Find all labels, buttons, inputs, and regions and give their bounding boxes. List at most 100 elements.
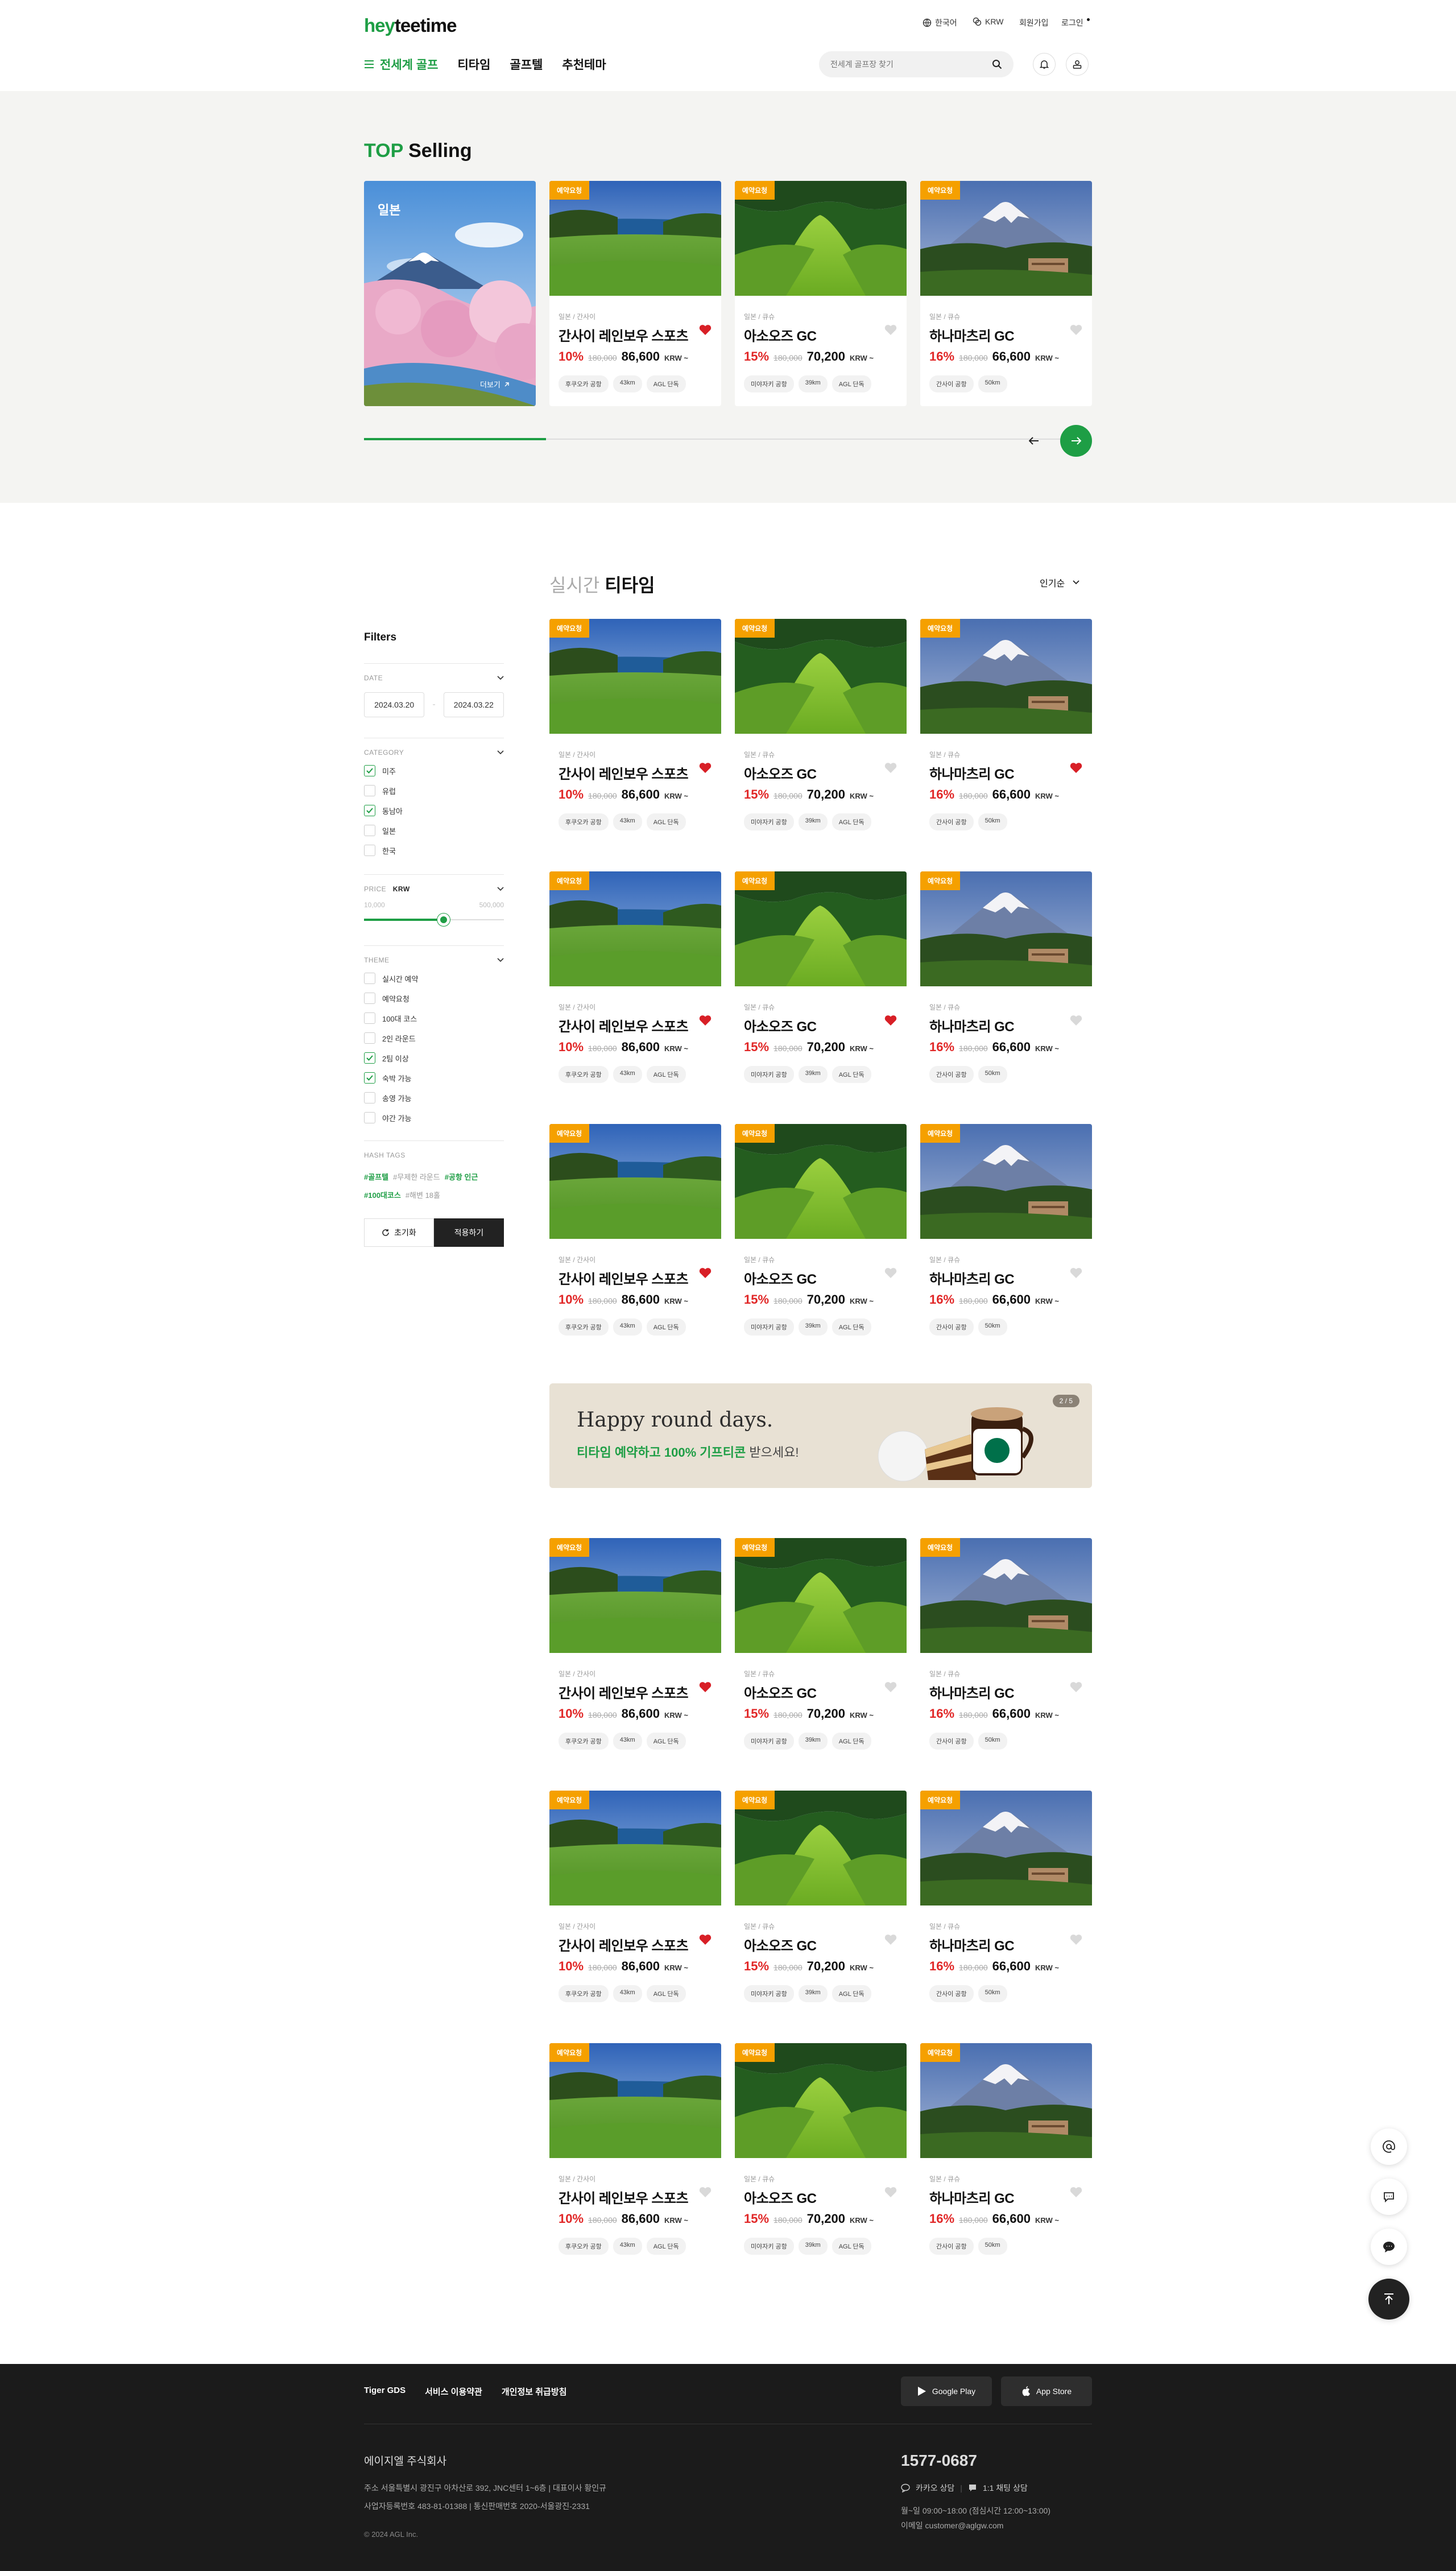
like-heart-icon[interactable]: [884, 1680, 897, 1693]
checkbox[interactable]: [364, 1052, 375, 1064]
course-card[interactable]: 예약요청 일본 / 간사이 간사이 레인보우 스포츠 10% 180,000 86,600…: [549, 619, 721, 830]
filter-checkbox[interactable]: 송영 가능: [364, 1092, 504, 1103]
filter-checkbox[interactable]: 2인 라운드: [364, 1032, 504, 1044]
login-link[interactable]: 로그인: [1061, 17, 1090, 28]
nav-worldwide-golf[interactable]: 전세계 골프: [364, 56, 438, 73]
filter-checkbox[interactable]: 예약요청: [364, 993, 504, 1004]
like-heart-icon[interactable]: [884, 1933, 897, 1945]
filter-checkbox[interactable]: 유럽: [364, 785, 504, 796]
more-link[interactable]: 더보기: [480, 379, 510, 390]
hashtag[interactable]: #공항 인근: [445, 1173, 478, 1181]
checkbox[interactable]: [364, 1032, 375, 1044]
nav-teetime[interactable]: 티타임: [457, 56, 490, 73]
checkbox[interactable]: [364, 973, 375, 984]
course-card[interactable]: 예약요청 일본 / 큐슈 아소오즈 GC 15% 180,000 70,200 KRW ~ 미…: [735, 1124, 907, 1336]
course-card[interactable]: 예약요청 일본 / 큐슈 하나마츠리 GC 16% 180,000 66,600 KRW ~…: [920, 619, 1092, 830]
filter-checkbox[interactable]: 2팀 이상: [364, 1052, 504, 1064]
course-card[interactable]: 예약요청 일본 / 간사이 간사이 레인보우 스포츠 10% 180,000 86,600…: [549, 871, 721, 1083]
nav-themes[interactable]: 추천테마: [562, 56, 606, 73]
filter-checkbox[interactable]: 100대 코스: [364, 1012, 504, 1024]
checkbox[interactable]: [364, 765, 375, 776]
like-heart-icon[interactable]: [884, 1014, 897, 1026]
chat-float-button[interactable]: [1371, 2179, 1407, 2215]
checkbox[interactable]: [364, 825, 375, 836]
course-card[interactable]: 예약요청 일본 / 큐슈 아소오즈 GC 15% 180,000 70,200 KRW ~ 미…: [735, 871, 907, 1083]
date-from-field[interactable]: 2024.03.20: [364, 692, 425, 717]
course-card[interactable]: 예약요청 일본 / 큐슈 아소오즈 GC 15% 180,000 70,200 KRW ~ 미…: [735, 1791, 907, 2002]
checkbox[interactable]: [364, 993, 375, 1004]
kakao-float-button[interactable]: [1371, 2229, 1407, 2265]
notification-button[interactable]: [1033, 53, 1056, 76]
course-card[interactable]: 예약요청 일본 / 간사이 간사이 레인보우 스포츠 10% 180,000 86,600…: [549, 181, 721, 406]
like-heart-icon[interactable]: [1069, 323, 1083, 336]
filter-checkbox[interactable]: 일본: [364, 825, 504, 836]
footer-link-terms[interactable]: 서비스 이용약관: [425, 2386, 482, 2398]
price-filter-header[interactable]: PRICE KRW: [364, 885, 504, 893]
hashtag[interactable]: #해변 18홀: [406, 1191, 440, 1200]
like-heart-icon[interactable]: [1069, 1933, 1083, 1945]
footer-link-privacy[interactable]: 개인정보 취급방침: [502, 2386, 567, 2398]
footer-link-gds[interactable]: Tiger GDS: [364, 2386, 406, 2398]
like-heart-icon[interactable]: [1069, 1266, 1083, 1279]
course-card[interactable]: 예약요청 일본 / 큐슈 하나마츠리 GC 16% 180,000 66,600 KRW ~…: [920, 2043, 1092, 2255]
price-slider[interactable]: [364, 911, 504, 928]
region-card-japan[interactable]: 일본 더보기: [364, 181, 536, 406]
like-heart-icon[interactable]: [698, 1014, 712, 1026]
course-card[interactable]: 예약요청 일본 / 큐슈 하나마츠리 GC 16% 180,000 66,600 KRW ~…: [920, 181, 1092, 406]
promo-banner[interactable]: Happy round days. 티타임 예약하고 100% 기프티콘 받으세…: [549, 1383, 1092, 1488]
search-input[interactable]: [830, 60, 978, 69]
filter-checkbox[interactable]: 동남아: [364, 805, 504, 816]
course-card[interactable]: 예약요청 일본 / 간사이 간사이 레인보우 스포츠 10% 180,000 86,600…: [549, 1791, 721, 2002]
category-filter-header[interactable]: CATEGORY: [364, 749, 504, 757]
like-heart-icon[interactable]: [698, 761, 712, 774]
hashtag[interactable]: #무제한 라운드: [393, 1173, 440, 1181]
course-card[interactable]: 예약요청 일본 / 큐슈 아소오즈 GC 15% 180,000 70,200 KRW ~ 미…: [735, 2043, 907, 2255]
search-icon[interactable]: [992, 59, 1002, 69]
like-heart-icon[interactable]: [1069, 761, 1083, 774]
like-heart-icon[interactable]: [1069, 2185, 1083, 2198]
chat-consult-link[interactable]: 1:1 채팅 상담: [983, 2482, 1028, 2494]
like-heart-icon[interactable]: [698, 2185, 712, 2198]
checkbox[interactable]: [364, 1092, 375, 1103]
filter-checkbox[interactable]: 실시간 예약: [364, 973, 504, 984]
like-heart-icon[interactable]: [884, 761, 897, 774]
app-store-button[interactable]: App Store: [1001, 2376, 1092, 2406]
email-float-button[interactable]: [1371, 2128, 1407, 2165]
checkbox[interactable]: [364, 785, 375, 796]
filter-checkbox[interactable]: 한국: [364, 845, 504, 856]
like-heart-icon[interactable]: [698, 1266, 712, 1279]
course-card[interactable]: 예약요청 일본 / 큐슈 하나마츠리 GC 16% 180,000 66,600 KRW ~…: [920, 1124, 1092, 1336]
checkbox[interactable]: [364, 1112, 375, 1123]
carousel-prev-button[interactable]: [1018, 425, 1050, 457]
course-card[interactable]: 예약요청 일본 / 큐슈 아소오즈 GC 15% 180,000 70,200 KRW ~ 미…: [735, 619, 907, 830]
course-card[interactable]: 예약요청 일본 / 간사이 간사이 레인보우 스포츠 10% 180,000 86,600…: [549, 1124, 721, 1336]
course-card[interactable]: 예약요청 일본 / 간사이 간사이 레인보우 스포츠 10% 180,000 86,600…: [549, 1538, 721, 1750]
course-card[interactable]: 예약요청 일본 / 큐슈 하나마츠리 GC 16% 180,000 66,600 KRW ~…: [920, 1538, 1092, 1750]
like-heart-icon[interactable]: [698, 1933, 712, 1945]
course-card[interactable]: 예약요청 일본 / 큐슈 아소오즈 GC 15% 180,000 70,200 KRW ~ 미…: [735, 181, 907, 406]
course-card[interactable]: 예약요청 일본 / 큐슈 하나마츠리 GC 16% 180,000 66,600 KRW ~…: [920, 1791, 1092, 2002]
filter-checkbox[interactable]: 숙박 가능: [364, 1072, 504, 1084]
currency-selector[interactable]: KRW: [973, 17, 1003, 26]
sort-dropdown[interactable]: 인기순: [1040, 576, 1079, 589]
checkbox[interactable]: [364, 1012, 375, 1024]
price-slider-handle[interactable]: [437, 914, 450, 926]
filter-checkbox[interactable]: 야간 가능: [364, 1112, 504, 1123]
course-card[interactable]: 예약요청 일본 / 간사이 간사이 레인보우 스포츠 10% 180,000 86,600…: [549, 2043, 721, 2255]
filter-checkbox[interactable]: 미주: [364, 765, 504, 776]
signup-link[interactable]: 회원가입: [1019, 17, 1049, 28]
course-card[interactable]: 예약요청 일본 / 큐슈 하나마츠리 GC 16% 180,000 66,600 KRW ~…: [920, 871, 1092, 1083]
like-heart-icon[interactable]: [1069, 1680, 1083, 1693]
carousel-next-button[interactable]: [1060, 425, 1092, 457]
user-menu-button[interactable]: [1066, 53, 1089, 76]
like-heart-icon[interactable]: [698, 323, 712, 336]
google-play-button[interactable]: Google Play: [901, 2376, 992, 2406]
course-card[interactable]: 예약요청 일본 / 큐슈 아소오즈 GC 15% 180,000 70,200 KRW ~ 미…: [735, 1538, 907, 1750]
logo[interactable]: heyteetime: [364, 15, 457, 36]
apply-button[interactable]: 적용하기: [434, 1218, 504, 1247]
like-heart-icon[interactable]: [1069, 1014, 1083, 1026]
nav-golftel[interactable]: 골프텔: [510, 56, 543, 73]
like-heart-icon[interactable]: [698, 1680, 712, 1693]
language-selector[interactable]: 한국어: [923, 17, 957, 28]
kakao-consult-link[interactable]: 카카오 상담: [916, 2482, 954, 2494]
